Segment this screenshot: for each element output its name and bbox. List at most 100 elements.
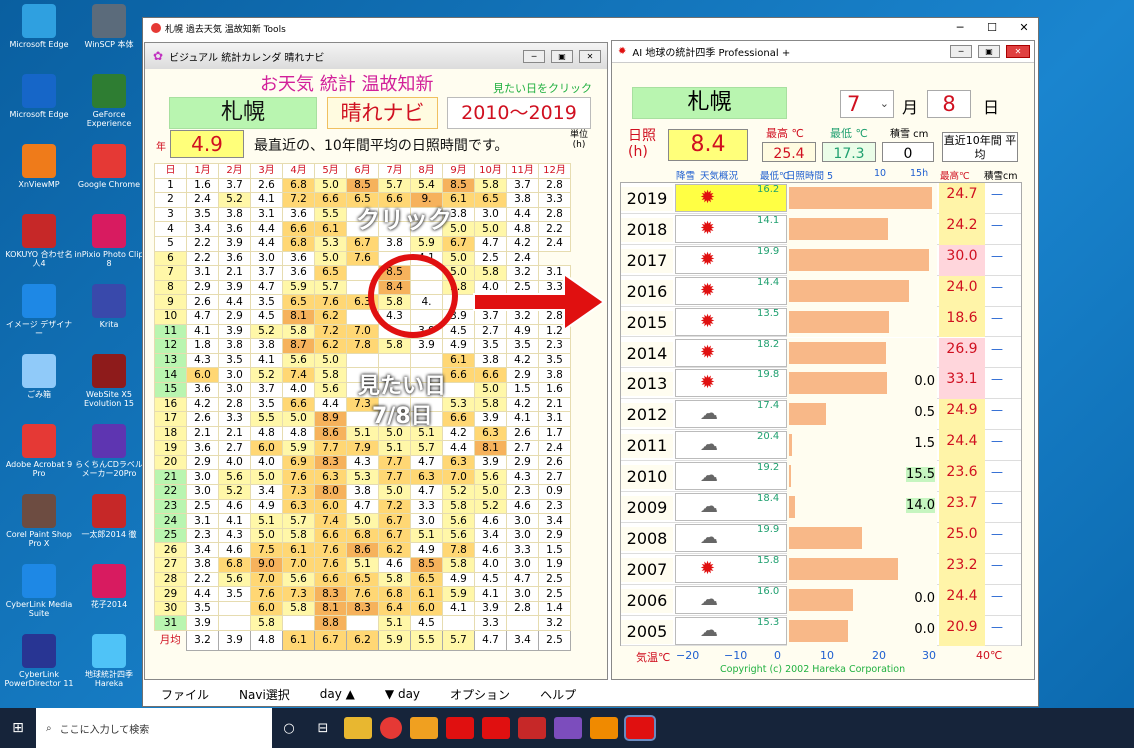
calendar-cell[interactable]: 4.7 (346, 498, 379, 515)
calendar-cell[interactable]: 5.0 (442, 250, 475, 267)
year-row[interactable]: 2007 ✹ 15.8 23.2— (621, 553, 1021, 585)
calendar-cell[interactable]: 7.6 (314, 557, 347, 573)
calendar-cell[interactable]: 2.8 (538, 206, 571, 223)
calendar-cell[interactable]: 4.9 (442, 571, 475, 588)
calendar-cell[interactable]: 6.6 (314, 527, 347, 544)
calendar-cell[interactable]: 3.5 (186, 206, 219, 223)
calendar-cell[interactable]: 6.3 (282, 498, 315, 515)
calendar-cell[interactable]: 4.2 (506, 235, 539, 252)
app-icon[interactable] (410, 717, 438, 739)
calendar-cell[interactable]: 3.8 (250, 338, 283, 354)
year-row[interactable]: 2005 ☁ 15.3 0.0 20.9— (621, 615, 1021, 647)
calendar-cell[interactable]: 5.6 (218, 571, 251, 588)
calendar-cell[interactable]: 4.7 (506, 571, 539, 588)
calendar-cell[interactable]: 8.1 (474, 440, 507, 456)
calendar-cell[interactable]: 2.4 (538, 235, 571, 252)
calendar-cell[interactable]: 5.8 (282, 600, 315, 617)
calendar-cell[interactable] (442, 381, 475, 398)
calendar-cell[interactable]: 3.4 (538, 513, 571, 529)
calendar-cell[interactable]: 3.9 (218, 235, 251, 252)
calendar-cell[interactable]: 3.8 (506, 192, 539, 208)
calendar-cell[interactable]: 6.9 (282, 454, 315, 471)
menu-options[interactable]: オプション (450, 686, 510, 703)
right-minimize-button[interactable]: ─ (950, 45, 972, 58)
calendar-cell[interactable]: 6.1 (314, 221, 347, 237)
calendar-cell[interactable]: 5.0 (314, 352, 347, 369)
calendar-cell[interactable]: 2.6 (186, 294, 219, 310)
calendar-cell[interactable]: 6.2 (378, 542, 411, 559)
calendar-cell[interactable]: 6.2 (314, 338, 347, 354)
calendar-cell[interactable]: 6.7 (378, 527, 411, 544)
calendar-cell[interactable]: 4.0 (474, 557, 507, 573)
calendar-cell[interactable] (218, 615, 251, 631)
calendar-cell[interactable]: 5.6 (314, 381, 347, 398)
calendar-cell[interactable]: 4.2 (506, 396, 539, 413)
calendar-cell[interactable]: 3.7 (218, 177, 251, 194)
desktop-shortcut[interactable]: KOKUYO 合わせ名人4 (4, 214, 74, 268)
taskbar-apps-icon[interactable]: ⊟ (306, 721, 340, 736)
calendar-cell[interactable]: 5.6 (442, 527, 475, 544)
calendar-cell[interactable]: 1.7 (538, 425, 571, 442)
calendar-cell[interactable]: 4.6 (378, 557, 411, 573)
calendar-cell[interactable]: 2.8 (218, 396, 251, 413)
calendar-cell[interactable]: 5.2 (218, 192, 251, 208)
desktop-shortcut[interactable]: Adobe Acrobat 9 Pro (4, 424, 74, 478)
calendar-cell[interactable]: 5.3 (442, 396, 475, 413)
menu-file[interactable]: ファイル (161, 686, 209, 703)
year-row[interactable]: 2006 ☁ 16.0 0.0 24.4— (621, 584, 1021, 616)
calendar-cell[interactable]: 3.3 (410, 498, 443, 515)
calendar-cell[interactable]: 4.4 (186, 586, 219, 602)
calendar-cell[interactable]: 3.7 (250, 265, 283, 281)
calendar-cell[interactable]: 5.9 (282, 440, 315, 456)
calendar-cell[interactable]: 3.0 (410, 513, 443, 529)
calendar-cell[interactable]: 3.0 (186, 484, 219, 500)
calendar-cell[interactable]: 6.5 (474, 192, 507, 208)
calendar-cell[interactable]: 4.9 (442, 338, 475, 354)
calendar-cell[interactable]: 3.5 (538, 352, 571, 369)
day-input[interactable]: 8 (927, 90, 971, 118)
calendar-cell[interactable]: 6.0 (410, 600, 443, 617)
desktop-shortcut[interactable]: CyberLink PowerDirector 11 (4, 634, 74, 688)
calendar-cell[interactable]: 3.6 (186, 381, 219, 398)
calendar-cell[interactable]: 5.6 (218, 469, 251, 486)
year-row[interactable]: 2015 ✹ 13.5 18.6— (621, 306, 1021, 338)
calendar-cell[interactable]: 5.6 (474, 469, 507, 486)
right-close-button[interactable]: ✕ (1006, 45, 1030, 58)
calendar-cell[interactable]: 3.1 (538, 411, 571, 427)
right-maximize-button[interactable]: ▣ (978, 45, 1000, 58)
calendar-cell[interactable]: 3.8 (474, 352, 507, 369)
calendar-cell[interactable]: 3.8 (346, 484, 379, 500)
calendar-cell[interactable]: 7.0 (282, 557, 315, 573)
calendar-cell[interactable]: 7.3 (282, 484, 315, 500)
calendar-cell[interactable]: 6.0 (186, 367, 219, 383)
calendar-cell[interactable]: 4.1 (250, 192, 283, 208)
calendar-cell[interactable]: 5.7 (282, 513, 315, 529)
calendar-cell[interactable]: 7.6 (314, 542, 347, 559)
calendar-cell[interactable]: 3.6 (186, 440, 219, 456)
calendar-cell[interactable]: 4.4 (442, 440, 475, 456)
calendar-cell[interactable]: 2.6 (250, 177, 283, 194)
desktop-shortcut[interactable]: XnViewMP (4, 144, 74, 189)
desktop-shortcut[interactable]: CyberLink Media Suite (4, 564, 74, 618)
month-select[interactable]: 7 ⌄ (840, 90, 894, 118)
calendar-cell[interactable]: 4.1 (186, 323, 219, 340)
calendar-cell[interactable] (346, 352, 379, 369)
year-row[interactable]: 2017 ✹ 19.9 30.0— (621, 244, 1021, 276)
calendar-cell[interactable]: 3.6 (282, 265, 315, 281)
calendar-cell[interactable]: 3.6 (218, 250, 251, 267)
file-explorer-icon[interactable] (344, 717, 372, 739)
calendar-cell[interactable]: 4.0 (250, 454, 283, 471)
illustrator-icon[interactable] (590, 717, 618, 739)
calendar-cell[interactable]: 2.4 (538, 440, 571, 456)
calendar-cell[interactable]: 7.6 (250, 586, 283, 602)
calendar-cell[interactable]: 7.5 (250, 542, 283, 559)
calendar-cell[interactable]: 4.4 (250, 235, 283, 252)
desktop-shortcut[interactable]: Google Chrome (74, 144, 144, 189)
calendar-cell[interactable]: 5.0 (474, 221, 507, 237)
calendar-cell[interactable]: 3.7 (250, 381, 283, 398)
calendar-cell[interactable]: 6.6 (282, 396, 315, 413)
calendar-cell[interactable]: 5.9 (442, 586, 475, 602)
calendar-cell[interactable]: 2.8 (506, 600, 539, 617)
calendar-cell[interactable]: 6.0 (314, 498, 347, 515)
calendar-cell[interactable]: 6.5 (410, 571, 443, 588)
